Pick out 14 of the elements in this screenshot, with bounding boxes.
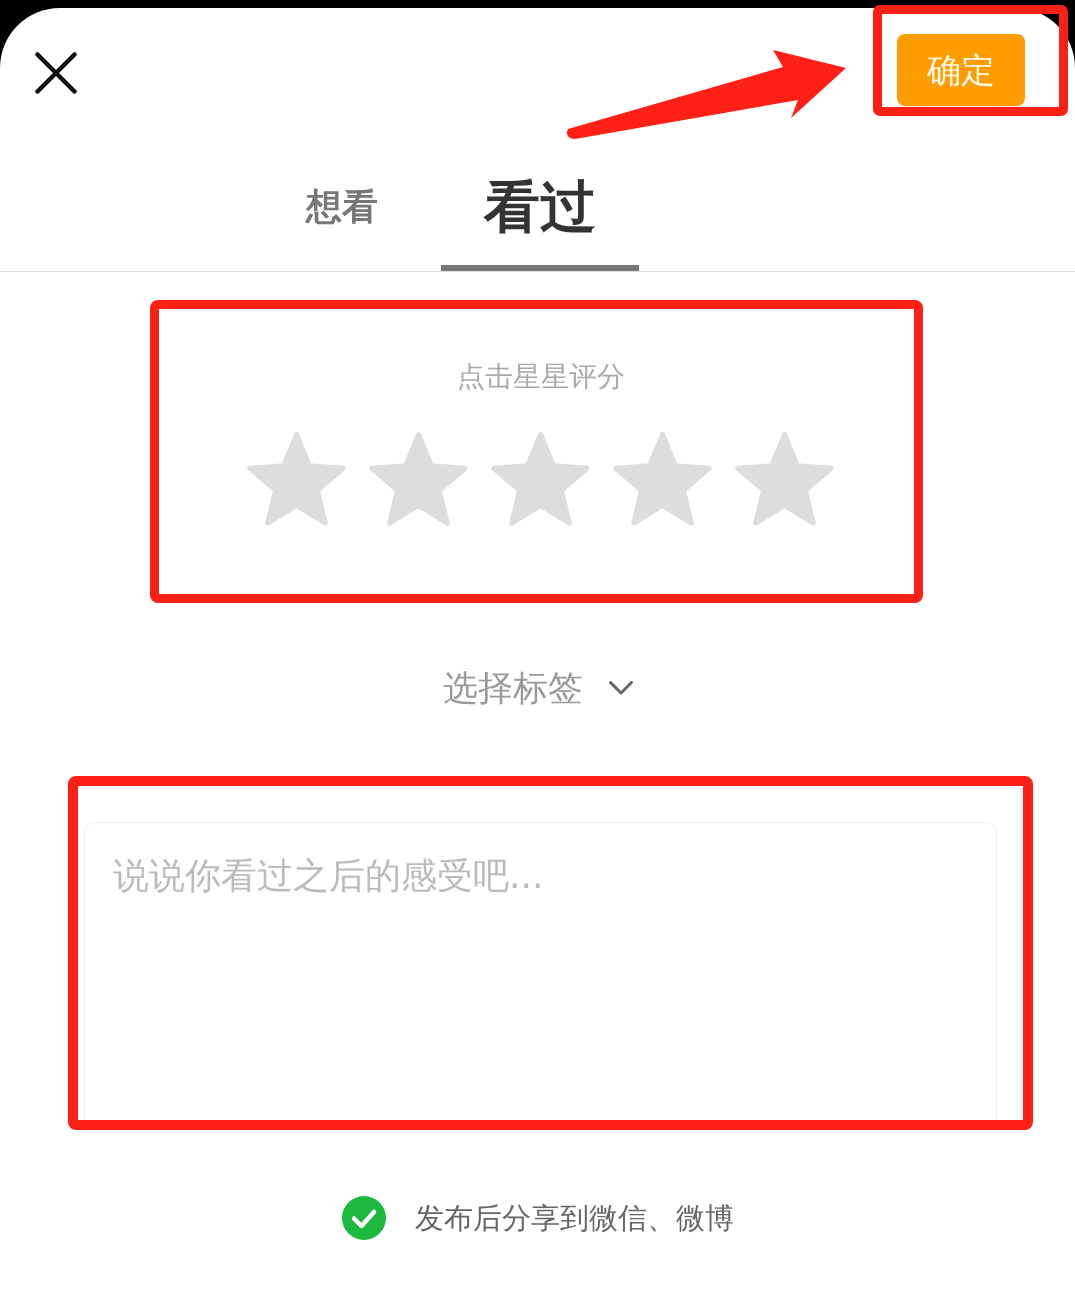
- check-circle-icon[interactable]: [341, 1196, 386, 1240]
- rating-prompt: 点击星星评分: [456, 359, 625, 395]
- comment-field[interactable]: 说说你看过之后的感受吧...: [84, 822, 997, 1120]
- tab[interactable]: 看过: [441, 138, 639, 271]
- close-icon[interactable]: [35, 52, 77, 94]
- star-icon[interactable]: [734, 432, 835, 528]
- chevron-down-icon: [608, 681, 633, 695]
- tab[interactable]: 想看: [243, 138, 441, 271]
- tag-select-button[interactable]: 选择标签: [442, 666, 633, 710]
- star-icon[interactable]: [246, 432, 347, 528]
- star-icon[interactable]: [490, 432, 591, 528]
- star-icon[interactable]: [612, 432, 713, 528]
- star-icon[interactable]: [368, 432, 469, 528]
- share-label: 发布后分享到微信、微博: [414, 1200, 734, 1237]
